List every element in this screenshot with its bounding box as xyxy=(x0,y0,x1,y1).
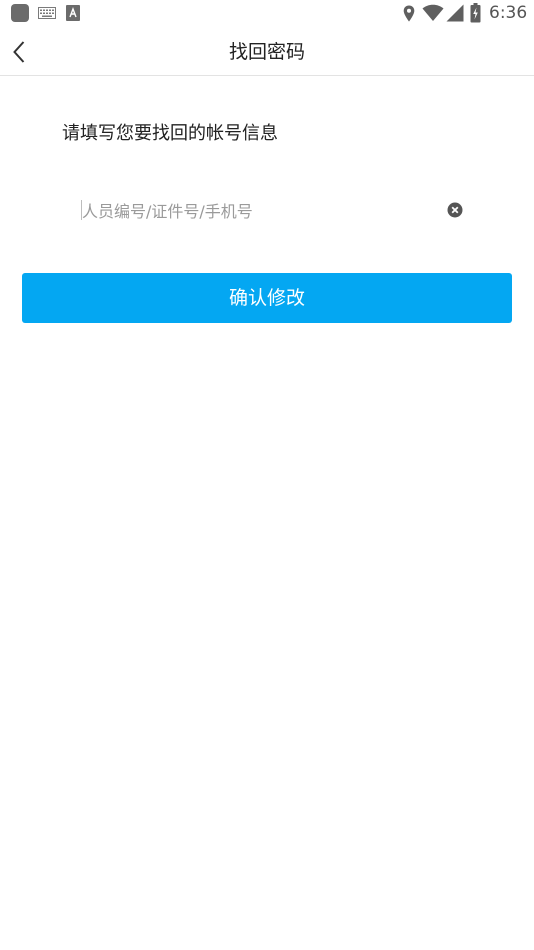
location-icon xyxy=(403,5,415,22)
status-bar: 6:36 xyxy=(0,0,534,28)
app-header: 找回密码 xyxy=(0,28,534,76)
status-time: 6:36 xyxy=(489,3,528,23)
confirm-change-button[interactable]: 确认修改 xyxy=(22,273,512,323)
wifi-icon xyxy=(422,4,444,21)
clear-input-icon[interactable] xyxy=(447,202,463,218)
a-notification-icon xyxy=(66,5,80,21)
page-title: 找回密码 xyxy=(228,41,305,63)
signal-icon xyxy=(446,4,464,22)
instruction-text: 请填写您要找回的帐号信息 xyxy=(62,123,278,144)
battery-icon xyxy=(470,3,481,23)
account-input[interactable] xyxy=(82,198,432,224)
keyboard-icon xyxy=(38,7,56,19)
app-notification-icon xyxy=(11,4,29,22)
